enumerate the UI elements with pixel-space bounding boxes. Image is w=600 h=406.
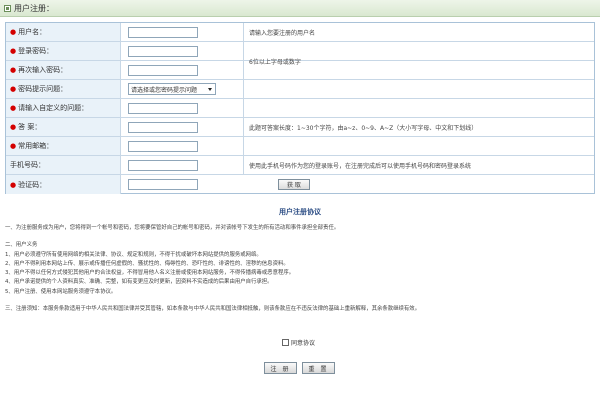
reset-button[interactable]: 重 置 — [302, 362, 335, 374]
row-phone: 手机号码： 使用此手机号码作为您的登录账号，在注册完成后可以使用手机号码和密码登… — [6, 156, 594, 175]
question-select[interactable]: 请选择或您密码提示问题 — [128, 83, 216, 95]
captcha-input[interactable] — [128, 179, 198, 190]
agreement-line: 4、用户承诺提供的个人资料真实、准确、完整，如有变更应及时更新，因资料不实造成的… — [5, 279, 273, 286]
phone-hint: 使用此手机号码作为您的登录账号，在注册完成后可以使用手机号码和密码登录系统 — [249, 162, 472, 170]
email-input[interactable] — [128, 140, 198, 152]
answer-hint: 此题可答案长度：1~30个字符，由a~z、0~9、A~Z（大小写字母、中文和下划… — [249, 124, 478, 132]
password-label: 登录密码： — [18, 47, 54, 55]
chevron-down-icon — [208, 88, 212, 91]
required-icon: ● — [10, 104, 17, 112]
username-label: 用户名： — [18, 28, 47, 36]
required-icon: ● — [10, 28, 17, 36]
agree-label: 同意协议 — [291, 340, 316, 347]
agreement-line: 三、注册须知：本服务条款适用于中华人民共和国法律并受其管辖，如本条款与中华人民共… — [5, 306, 421, 313]
row-answer: ● 答 案： 此题可答案长度：1~30个字符，由a~z、0~9、A~Z（大小写字母… — [6, 118, 594, 137]
page-icon — [4, 4, 11, 12]
password-confirm-input[interactable] — [128, 64, 198, 76]
agreement-line: 一、为注册服务成为用户，您将得到一个帐号和密码，您将要保管好自己的帐号和密码，并… — [5, 225, 340, 231]
password-hint: 6位以上字母或数字 — [249, 58, 301, 66]
row-captcha: ● 验证码： 获 取 — [6, 175, 594, 194]
required-icon: ● — [10, 123, 17, 131]
agreement-line: 5、用户注册、使用本网站服务须遵守本协议。 — [5, 288, 117, 295]
custom-question-label: 请输入自定义的问题： — [18, 104, 89, 112]
agreement-line: 2、用户不得利用本网站上传、展示或传播任何虚假的、骚扰性的、侮辱性的、恐吓性的、… — [5, 260, 289, 267]
phone-label: 手机号码： — [10, 161, 45, 169]
page-header: 用户注册： — [0, 0, 600, 17]
answer-label: 答 案： — [18, 123, 42, 131]
custom-question-input[interactable] — [128, 102, 198, 114]
agreement-title: 用户注册协议 — [279, 208, 321, 216]
register-button[interactable]: 注 册 — [264, 362, 297, 374]
captcha-label: 验证码： — [18, 180, 47, 189]
required-icon: ● — [10, 142, 17, 150]
form-buttons: 注 册 重 置 — [264, 362, 340, 374]
row-email: ● 常用邮箱： — [6, 137, 594, 156]
agree-checkbox[interactable] — [282, 339, 289, 346]
row-custom-question: ● 请输入自定义的问题： — [6, 99, 594, 118]
question-label: 密码提示问题： — [18, 85, 68, 93]
agreement-text: 一、为注册服务成为用户，您将得到一个帐号和密码，您将要保管好自己的帐号和密码，并… — [5, 224, 597, 314]
registration-form: ● 用户名： 请输入您要注册的用户名 ● 登录密码： ● 再次输入密码： 6位以上字母… — [5, 22, 595, 194]
page-title: 用户注册： — [14, 3, 54, 13]
required-icon: ● — [10, 66, 17, 74]
required-icon: ● — [10, 47, 17, 55]
required-icon: ● — [10, 180, 17, 189]
username-hint: 请输入您要注册的用户名 — [249, 29, 316, 37]
password-input[interactable] — [128, 45, 198, 57]
row-username: ● 用户名： 请输入您要注册的用户名 — [6, 23, 594, 42]
required-icon: ● — [10, 85, 17, 93]
get-captcha-button[interactable]: 获 取 — [278, 179, 310, 190]
password-confirm-label: 再次输入密码： — [18, 66, 68, 74]
phone-input[interactable] — [128, 159, 198, 171]
agreement-line: 1、用户必须遵守所有使用网络的相关法律、协议、规定和规则，不得干扰或破坏本网站提… — [5, 251, 262, 258]
answer-input[interactable] — [128, 121, 198, 133]
agree-checkbox-row[interactable]: 同意协议 — [282, 338, 315, 347]
agreement-line: 3、用户不得以任何方式侵犯其他用户的合法权益，不得冒用他人名义注册或使用本网站服… — [5, 270, 295, 277]
question-selected: 请选择或您密码提示问题 — [131, 86, 198, 94]
agreement-line: 二、用户义务 — [5, 242, 38, 249]
username-input[interactable] — [128, 26, 198, 38]
row-question: ● 密码提示问题： 请选择或您密码提示问题 — [6, 80, 594, 99]
email-label: 常用邮箱： — [18, 142, 54, 150]
